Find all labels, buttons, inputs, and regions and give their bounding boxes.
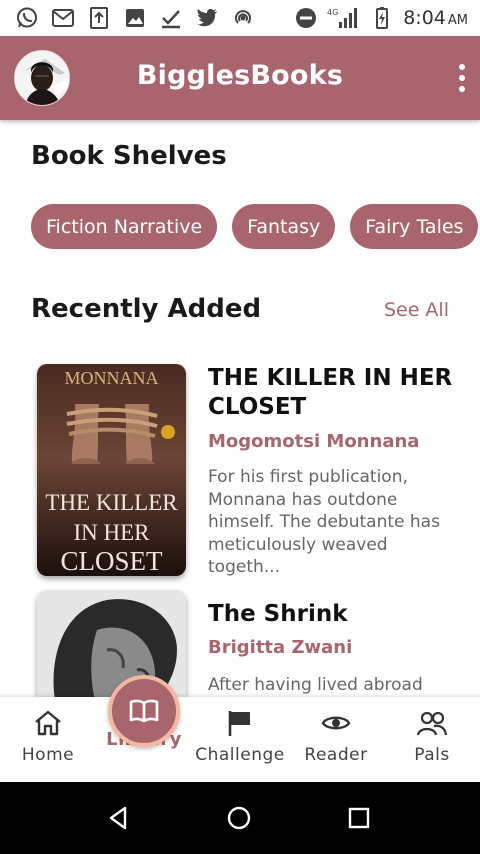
shelf-chips: Fiction Narrative Fantasy Fairy Tales xyxy=(31,204,479,249)
cover-title-line: IN HER xyxy=(73,520,150,545)
battery-charging-icon xyxy=(369,6,395,30)
book-info: THE KILLER IN HER CLOSET Mogomotsi Monna… xyxy=(208,364,458,579)
cover-title-line: CLOSET xyxy=(60,546,163,576)
upload-icon xyxy=(86,6,112,30)
network-type: 4G xyxy=(327,8,338,17)
check-download-icon xyxy=(158,6,184,30)
home-icon xyxy=(33,709,63,737)
clock: 8:04 AM xyxy=(403,7,468,29)
nav-label: Home xyxy=(21,745,75,765)
shelf-chip-fantasy[interactable]: Fantasy xyxy=(232,204,336,249)
book-description: For his first publication, Monnana has o… xyxy=(208,467,440,577)
back-icon[interactable] xyxy=(105,804,133,832)
book-cover[interactable]: MONNANA THE KILLER IN HER CLOSET xyxy=(37,364,186,576)
shelves-heading: Book Shelves xyxy=(31,141,227,171)
nav-challenge[interactable]: Challenge xyxy=(192,697,288,782)
image-icon xyxy=(122,6,148,30)
do-not-disturb-icon xyxy=(293,6,319,30)
gmail-icon xyxy=(50,6,76,30)
twitter-icon xyxy=(194,6,220,30)
cover-title-line: THE KILLER xyxy=(45,490,178,515)
book-title[interactable]: THE KILLER IN HER CLOSET xyxy=(208,364,458,422)
cover-author: MONNANA xyxy=(65,368,159,388)
recent-apps-icon[interactable] xyxy=(345,804,373,832)
nav-label: Pals xyxy=(414,745,450,765)
system-navigation-bar xyxy=(0,782,480,854)
status-bar: 4G 8:04 AM xyxy=(0,0,480,36)
overflow-menu-icon[interactable] xyxy=(454,64,470,92)
nav-reader[interactable]: Reader xyxy=(288,697,384,782)
app-bar: BigglesBooks xyxy=(0,36,480,120)
nav-label: Reader xyxy=(304,745,368,765)
signal-icon: 4G xyxy=(327,6,361,30)
recently-added-heading: Recently Added xyxy=(31,294,262,324)
system-status: 4G 8:04 AM xyxy=(293,6,468,30)
nav-pals[interactable]: Pals xyxy=(384,697,480,782)
shelf-chip-fiction-narrative[interactable]: Fiction Narrative xyxy=(31,204,218,249)
shelf-chip-fairy-tales[interactable]: Fairy Tales xyxy=(350,204,479,249)
whatsapp-icon xyxy=(14,6,40,30)
eye-icon xyxy=(321,709,351,737)
book-open-icon[interactable] xyxy=(108,675,180,747)
home-circle-icon[interactable] xyxy=(225,804,253,832)
notification-icons xyxy=(14,6,256,30)
book-author[interactable]: Mogomotsi Monnana xyxy=(208,431,458,452)
see-all-link[interactable]: See All xyxy=(384,299,449,321)
nav-home[interactable]: Home xyxy=(0,697,96,782)
nav-label: Challenge xyxy=(195,745,285,765)
people-icon xyxy=(417,709,447,737)
wifi-hotspot-icon xyxy=(230,6,256,30)
book-description: After having lived abroad xyxy=(208,675,423,695)
book-author[interactable]: Brigitta Zwani xyxy=(208,637,458,658)
nav-library[interactable]: Library xyxy=(96,675,192,782)
flag-icon xyxy=(225,709,255,737)
bottom-navigation: Home Library Challenge Reader Pals xyxy=(0,675,480,782)
app-title: BigglesBooks xyxy=(136,60,344,91)
book-info: The Shrink Brigitta Zwani After having l… xyxy=(208,600,458,697)
book-title[interactable]: The Shrink xyxy=(208,600,458,629)
